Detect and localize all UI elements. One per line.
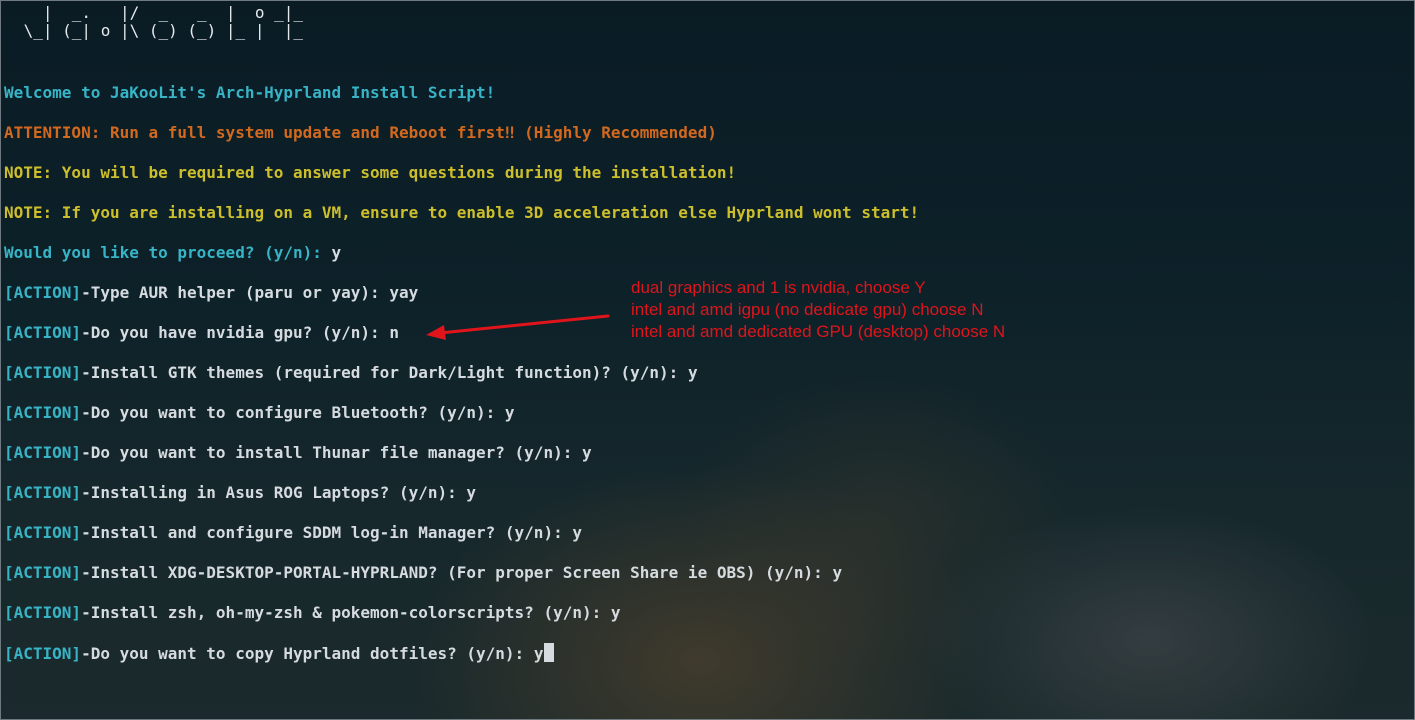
banner-line-2: \_| (_| o |\ (_) (_) |_ | |_ [14,21,303,40]
action-line-asus-rog: [ACTION]-Installing in Asus ROG Laptops?… [4,483,476,503]
action-line-gtk-themes: [ACTION]-Install GTK themes (required fo… [4,363,698,383]
action-answer: yay [389,283,419,302]
action-line-thunar: [ACTION]-Do you want to install Thunar f… [4,443,592,463]
proceed-prompt: Would you like to proceed? (y/n): y [4,243,341,263]
action-tag: [ACTION] [4,603,82,622]
action-tag: [ACTION] [4,563,82,582]
red-arrow-icon [426,314,610,340]
annotation-line-1: dual graphics and 1 is nvidia, choose Y [631,278,926,297]
action-line-nvidia: [ACTION]-Do you have nvidia gpu? (y/n): … [4,323,399,343]
action-line-dotfiles[interactable]: [ACTION]-Do you want to copy Hyprland do… [4,643,555,663]
action-text: -Install XDG-DESKTOP-PORTAL-HYPRLAND? (F… [81,563,823,582]
annotation-line-2: intel and amd igpu (no dedicate gpu) cho… [631,300,984,319]
action-line-zsh: [ACTION]-Install zsh, oh-my-zsh & pokemo… [4,603,621,623]
welcome-line: Welcome to JaKooLit's Arch-Hyprland Inst… [4,83,496,102]
action-answer: y [533,644,544,663]
action-text: -Install and configure SDDM log-in Manag… [81,523,563,542]
action-tag: [ACTION] [4,523,82,542]
action-text: -Do you have nvidia gpu? (y/n): [81,323,380,342]
annotation-line-3: intel and amd dedicated GPU (desktop) ch… [631,322,1006,341]
action-answer: y [572,523,582,542]
action-tag: [ACTION] [4,363,82,382]
note-line-2: NOTE: If you are installing on a VM, ens… [4,203,920,222]
action-answer: y [687,363,698,382]
action-tag: [ACTION] [4,644,82,663]
action-answer: y [832,563,843,582]
action-tag: [ACTION] [4,483,82,502]
ascii-banner: | _. |/ _ _ | o _|_ \_| (_| o |\ (_) (_)… [14,4,303,40]
gpu-annotation: dual graphics and 1 is nvidia, choose Y … [631,277,1005,343]
action-answer: y [466,483,477,502]
action-tag: [ACTION] [4,323,82,342]
action-answer: y [610,603,621,622]
action-text: -Do you want to copy Hyprland dotfiles? … [81,644,525,663]
attention-line: ATTENTION: Run a full system update and … [4,123,717,142]
banner-line-1: | _. |/ _ _ | o _|_ [14,3,303,22]
action-answer: y [504,403,515,422]
terminal-cursor [544,643,555,662]
action-text: -Install zsh, oh-my-zsh & pokemon-colors… [81,603,602,622]
action-text: -Do you want to configure Bluetooth? (y/… [81,403,496,422]
action-answer: y [581,443,592,462]
action-answer: n [389,323,399,342]
action-text: -Do you want to install Thunar file mana… [81,443,573,462]
action-line-bluetooth: [ACTION]-Do you want to configure Blueto… [4,403,515,423]
action-tag: [ACTION] [4,283,82,302]
note-line-1: NOTE: You will be required to answer som… [4,163,737,182]
proceed-question: Would you like to proceed? (y/n): [4,243,322,262]
action-line-xdg-portal: [ACTION]-Install XDG-DESKTOP-PORTAL-HYPR… [4,563,842,583]
action-tag: [ACTION] [4,443,82,462]
action-tag: [ACTION] [4,403,82,422]
action-line-sddm: [ACTION]-Install and configure SDDM log-… [4,523,582,543]
proceed-answer: y [331,243,342,262]
action-text: -Install GTK themes (required for Dark/L… [81,363,679,382]
action-text: -Installing in Asus ROG Laptops? (y/n): [81,483,457,502]
action-line-aur-helper: [ACTION]-Type AUR helper (paru or yay): … [4,283,418,303]
action-text: -Type AUR helper (paru or yay): [81,283,380,302]
